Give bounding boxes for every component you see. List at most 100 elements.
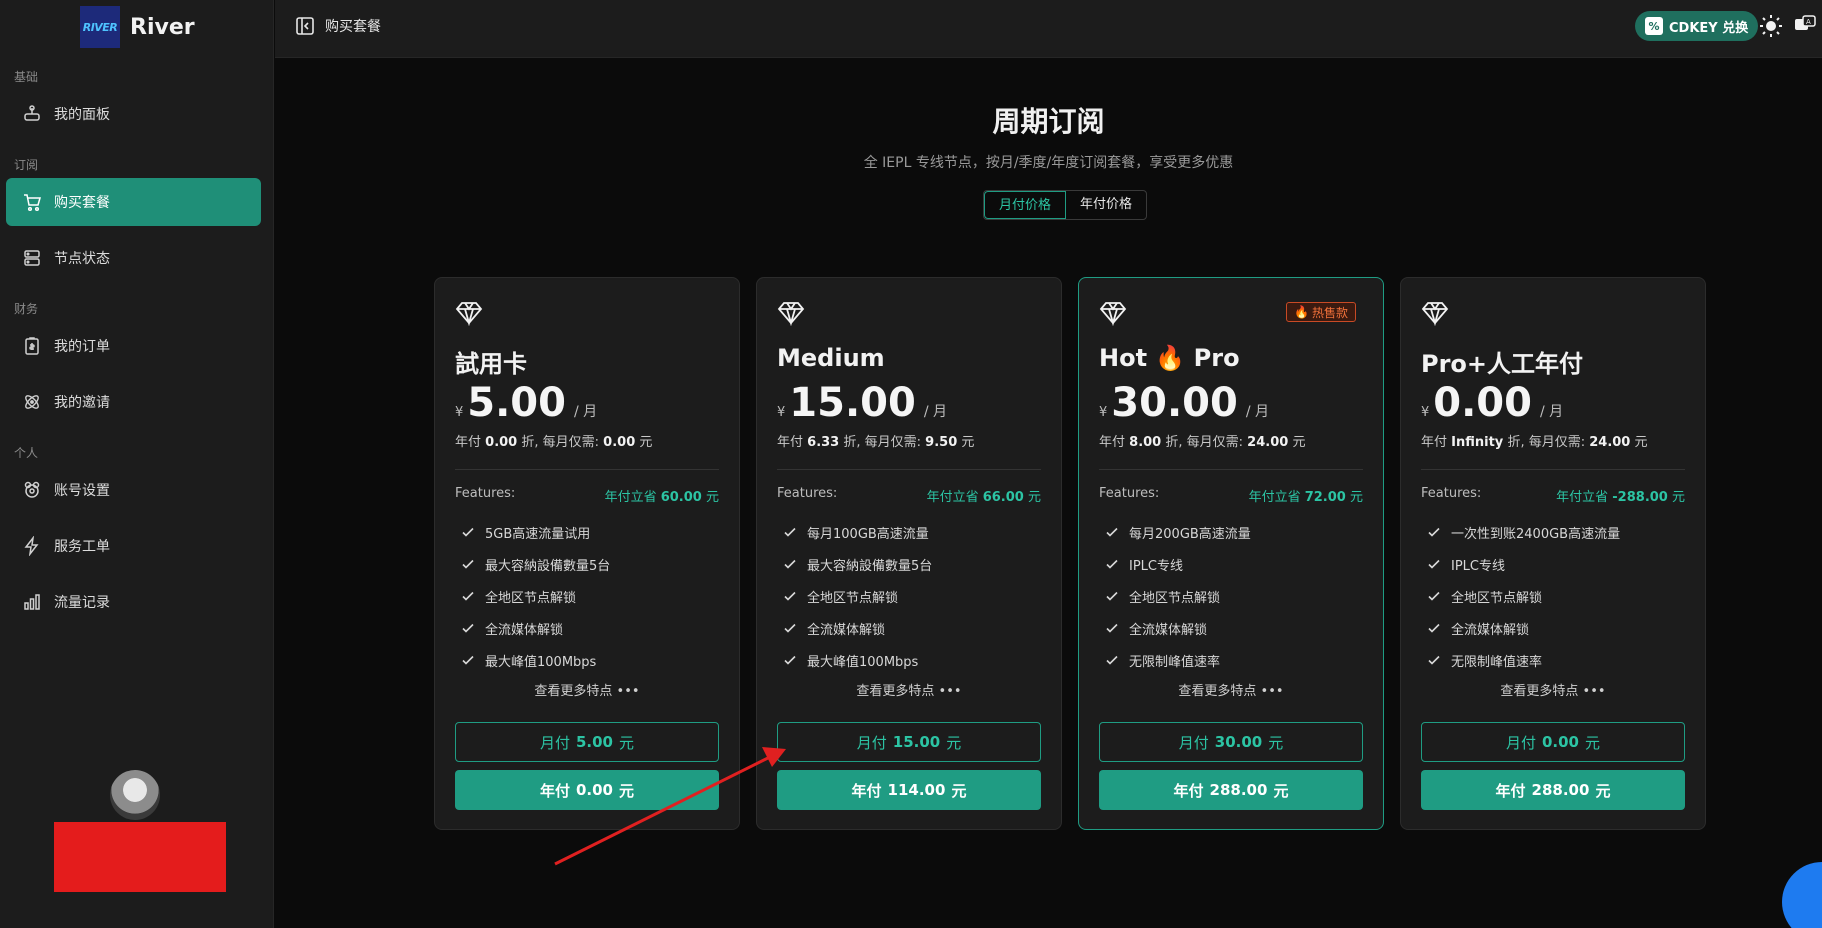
yuan-unit: 元: [1595, 781, 1611, 800]
features-label: Features:: [1099, 486, 1160, 501]
toggle-monthly[interactable]: 月付价格: [984, 191, 1067, 219]
divider: [1421, 469, 1685, 470]
divider: [777, 469, 1041, 470]
feature-item: IPLC专线: [1427, 548, 1620, 580]
sidebar-item-node-status[interactable]: 节点状态: [6, 234, 261, 282]
see-more-features-link[interactable]: 查看更多特点 •••: [435, 680, 739, 699]
yearly-price: 114.00: [887, 781, 946, 799]
check-icon: [461, 589, 475, 603]
sidebar-item-tickets[interactable]: 服务工单: [6, 522, 261, 570]
price-period: / 月: [1245, 404, 1269, 420]
monthly-equivalent: 24.00: [1589, 435, 1631, 450]
check-icon: [1105, 653, 1119, 667]
sidebar-item-label: 购买套餐: [54, 195, 110, 211]
yearly-prefix: 年付: [1495, 781, 1526, 800]
toggle-yearly[interactable]: 年付价格: [1066, 191, 1146, 219]
yearly-price: 288.00: [1531, 781, 1590, 799]
see-more-features-link[interactable]: 查看更多特点 •••: [1079, 680, 1383, 699]
page-breadcrumb: 购买套餐: [325, 19, 381, 35]
check-icon: [1105, 557, 1119, 571]
annual-prefix: 年付: [455, 435, 482, 450]
diamond-icon: [1099, 300, 1127, 327]
annual-discount: 0.00: [485, 435, 518, 450]
monthly-buy-button[interactable]: 月付 15.00 元: [777, 722, 1041, 762]
feature-item: 全流媒体解锁: [1105, 612, 1251, 644]
brand-logo: RIVER: [80, 6, 120, 48]
price-row: ¥ 5.00 / 月: [455, 380, 597, 426]
sidebar-item-label: 服务工单: [54, 539, 110, 555]
avatar[interactable]: [110, 770, 160, 820]
price-period: / 月: [923, 404, 947, 420]
see-more-features-link[interactable]: 查看更多特点 •••: [757, 680, 1061, 699]
monthly-equivalent: 0.00: [603, 435, 636, 450]
check-icon: [1105, 525, 1119, 539]
yearly-buy-button[interactable]: 年付 288.00 元: [1421, 770, 1685, 810]
save-prefix: 年付立省: [1248, 490, 1301, 505]
yearly-prefix: 年付: [539, 781, 570, 800]
atom-icon: [22, 392, 42, 412]
chat-support-button[interactable]: [1782, 862, 1822, 928]
feature-text: 全流媒体解锁: [485, 622, 564, 638]
monthly-buy-button[interactable]: 月付 5.00 元: [455, 722, 719, 762]
save-amount: 66.00: [982, 490, 1024, 505]
cart-icon: [22, 192, 42, 212]
yuan-unit: 元: [619, 733, 635, 752]
annual-summary: 年付 0.00 折, 每月仅需: 0.00 元: [455, 431, 652, 450]
feature-list: 每月100GB高速流量 最大容納設備數量5台 全地区节点解锁 全流媒体解锁 最大峰值10…: [783, 516, 932, 676]
feature-item: 每月200GB高速流量: [1105, 516, 1251, 548]
feature-text: 全地区节点解锁: [1451, 590, 1543, 606]
features-label: Features:: [777, 486, 838, 501]
yearly-prefix: 年付: [1173, 781, 1204, 800]
brand[interactable]: RIVER River: [80, 6, 195, 48]
feature-list: 每月200GB高速流量 IPLC专线 全地区节点解锁 全流媒体解锁 无限制峰值速率: [1105, 516, 1251, 676]
yearly-buy-button[interactable]: 年付 288.00 元: [1099, 770, 1363, 810]
features-header: Features: 年付立省 -288.00 元: [1421, 486, 1685, 505]
sidebar-item-account-settings[interactable]: 账号设置: [6, 466, 261, 514]
sidebar-item-label: 账号设置: [54, 483, 110, 499]
feature-text: 最大峰值100Mbps: [485, 654, 597, 670]
check-icon: [1105, 621, 1119, 635]
yearly-buy-button[interactable]: 年付 114.00 元: [777, 770, 1041, 810]
price-amount: 15.00: [789, 380, 916, 426]
diamond-icon: [455, 300, 483, 327]
plan-name: Medium: [777, 344, 885, 372]
check-icon: [783, 653, 797, 667]
plan-card: Medium ¥ 15.00 / 月 年付 6.33 折, 每月仅需: 9.50…: [756, 277, 1062, 830]
price-amount: 5.00: [467, 380, 566, 426]
monthly-price: 30.00: [1214, 733, 1263, 751]
diamond-icon: [777, 300, 805, 327]
svg-text:A: A: [1806, 18, 1811, 26]
annual-discount: 6.33: [807, 435, 840, 450]
feature-list: 5GB高速流量试用 最大容納設備數量5台 全地区节点解锁 全流媒体解锁 最大峰值100M…: [461, 516, 610, 676]
sidebar-item-purchase[interactable]: 购买套餐: [6, 178, 261, 226]
monthly-buy-button[interactable]: 月付 30.00 元: [1099, 722, 1363, 762]
yearly-buy-button[interactable]: 年付 0.00 元: [455, 770, 719, 810]
translate-icon[interactable]: A: [1793, 14, 1817, 38]
sidebar-item-orders[interactable]: 我的订单: [6, 322, 261, 370]
sidebar-item-invites[interactable]: 我的邀请: [6, 378, 261, 426]
collapse-sidebar-icon[interactable]: [295, 16, 315, 36]
cdkey-redeem-button[interactable]: % CDKEY 兑换: [1635, 11, 1759, 41]
sidebar-item-label: 我的邀请: [54, 395, 110, 411]
annual-savings: 年付立省 66.00 元: [927, 486, 1041, 505]
plan-name: 試用卡: [455, 350, 527, 378]
hot-badge-label: 热售款: [1311, 305, 1348, 320]
chart-icon: [22, 592, 42, 612]
page-subtitle: 全 IEPL 专线节点，按月/季度/年度订阅套餐，享受更多优惠: [863, 155, 1234, 171]
feature-item: 一次性到账2400GB高速流量: [1427, 516, 1620, 548]
monthly-buy-button[interactable]: 月付 0.00 元: [1421, 722, 1685, 762]
discount-word: 折, 每月仅需:: [521, 435, 600, 450]
yuan-unit: 元: [1292, 435, 1306, 450]
sidebar-item-label: 我的订单: [54, 339, 110, 355]
monthly-equivalent: 9.50: [925, 435, 958, 450]
discount-word: 折, 每月仅需:: [1507, 435, 1586, 450]
check-icon: [783, 621, 797, 635]
feature-item: 每月100GB高速流量: [783, 516, 932, 548]
sidebar-item-traffic-log[interactable]: 流量记录: [6, 578, 261, 626]
price-period: / 月: [1539, 404, 1564, 420]
features-label: Features:: [455, 486, 516, 501]
sun-icon[interactable]: [1759, 14, 1783, 38]
see-more-features-link[interactable]: 查看更多特点 •••: [1401, 680, 1705, 699]
yuan-unit: 元: [1671, 490, 1685, 505]
feature-text: 全地区节点解锁: [1129, 590, 1221, 606]
